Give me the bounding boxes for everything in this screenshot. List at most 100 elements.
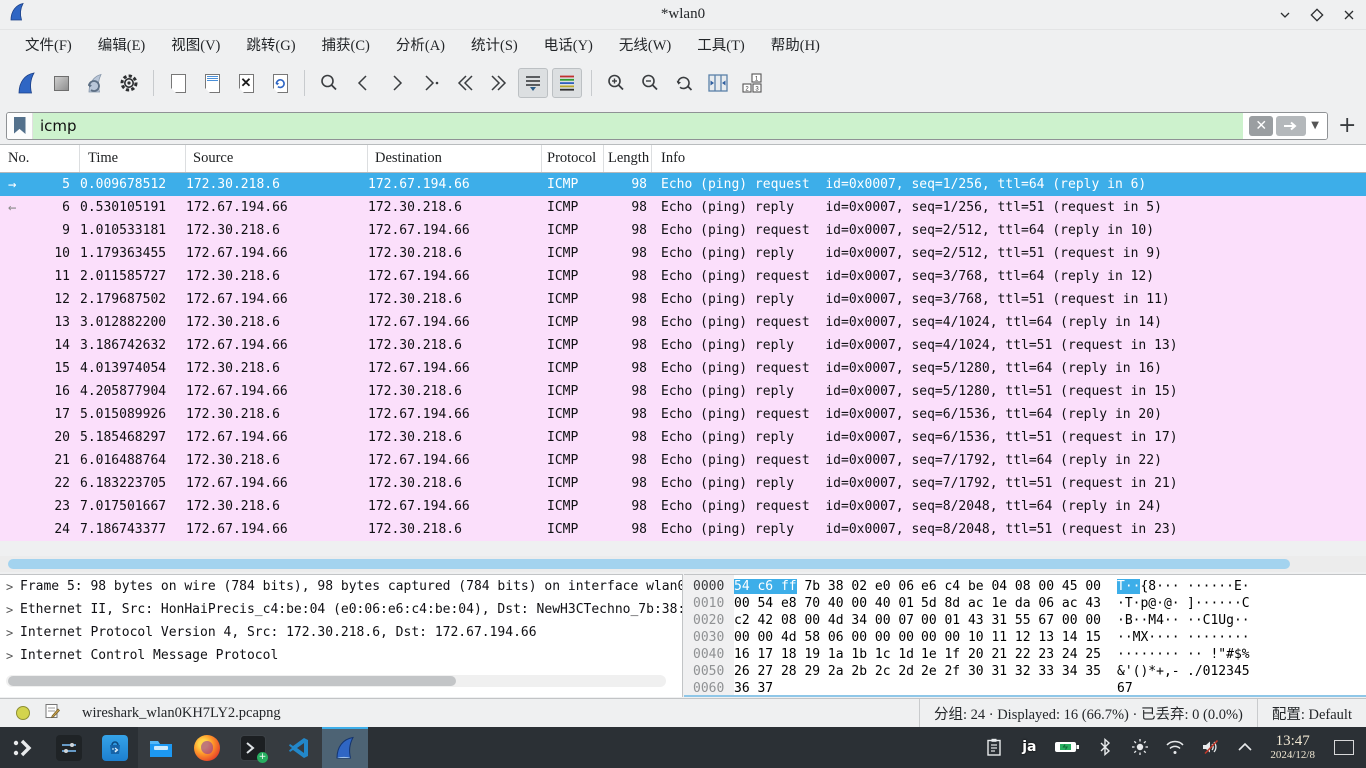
zoom-reset-button[interactable] <box>669 68 699 98</box>
packet-row[interactable]: 22 6.183223705 172.67.194.66 172.30.218.… <box>0 472 1366 495</box>
zoom-out-button[interactable] <box>635 68 665 98</box>
expand-chevron-icon[interactable]: > <box>6 626 20 640</box>
maximize-button[interactable] <box>1310 8 1324 22</box>
input-method-indicator[interactable]: ja <box>1019 737 1039 757</box>
volume-muted-icon[interactable] <box>1200 737 1220 757</box>
hex-row[interactable]: 0050 26 27 28 29 2a 2b 2c 2d 2e 2f 30 31… <box>684 663 1366 680</box>
column-no[interactable]: No. <box>0 145 80 172</box>
system-settings-button[interactable] <box>46 727 92 768</box>
hex-row[interactable]: 0030 00 00 4d 58 06 00 00 00 00 00 10 11… <box>684 629 1366 646</box>
packet-row[interactable]: 9 1.010533181 172.30.218.6 172.67.194.66… <box>0 219 1366 242</box>
menu-item[interactable]: 视图(V) <box>158 30 233 59</box>
packet-row[interactable]: 13 3.012882200 172.30.218.6 172.67.194.6… <box>0 311 1366 334</box>
tray-expand-chevron-icon[interactable] <box>1235 737 1255 757</box>
hex-row[interactable]: 0060 36 37 67 <box>684 680 1366 697</box>
capture-options-button[interactable] <box>114 68 144 98</box>
detail-hscrollbar[interactable] <box>6 675 666 687</box>
save-file-button[interactable] <box>197 68 227 98</box>
app-launcher-button[interactable] <box>0 727 46 768</box>
wireshark-task-button[interactable] <box>322 727 368 768</box>
filter-apply-button[interactable] <box>1276 116 1306 136</box>
file-manager-button[interactable] <box>138 727 184 768</box>
column-info[interactable]: Info <box>652 145 1366 172</box>
column-time[interactable]: Time <box>80 145 186 172</box>
last-packet-button[interactable] <box>484 68 514 98</box>
hex-row[interactable]: 0000 54 c6 ff 7b 38 02 e0 06 e6 c4 be 04… <box>684 578 1366 595</box>
packet-row[interactable]: 14 3.186742632 172.67.194.66 172.30.218.… <box>0 334 1366 357</box>
packet-row[interactable]: ←6 0.530105191 172.67.194.66 172.30.218.… <box>0 196 1366 219</box>
clipboard-icon[interactable] <box>984 737 1004 757</box>
detail-tree-row[interactable]: >Internet Control Message Protocol <box>0 644 682 667</box>
go-back-button[interactable] <box>348 68 378 98</box>
packet-row[interactable]: 24 7.186743377 172.67.194.66 172.30.218.… <box>0 518 1366 541</box>
wifi-icon[interactable] <box>1165 737 1185 757</box>
detail-hscrollbar-thumb[interactable] <box>8 676 456 686</box>
stop-capture-button[interactable] <box>46 68 76 98</box>
packet-row[interactable]: 17 5.015089926 172.30.218.6 172.67.194.6… <box>0 403 1366 426</box>
discover-button[interactable] <box>92 727 138 768</box>
packet-list-hscrollbar[interactable] <box>0 556 1366 572</box>
brightness-icon[interactable] <box>1130 737 1150 757</box>
capture-comment-icon[interactable] <box>44 703 60 724</box>
show-desktop-button[interactable] <box>1334 740 1354 755</box>
start-capture-button[interactable] <box>12 68 42 98</box>
battery-icon[interactable] <box>1054 737 1080 757</box>
packet-row[interactable]: →5 0.009678512 172.30.218.6 172.67.194.6… <box>0 173 1366 196</box>
column-protocol[interactable]: Protocol <box>542 145 604 172</box>
profile-selector[interactable]: 配置: Default <box>1257 699 1366 727</box>
normal-size-button[interactable]: 123 <box>737 68 767 98</box>
filter-add-button[interactable]: + <box>1338 113 1356 138</box>
expand-chevron-icon[interactable]: > <box>6 580 20 594</box>
menu-item[interactable]: 捕获(C) <box>309 30 383 59</box>
column-destination[interactable]: Destination <box>368 145 542 172</box>
hscrollbar-thumb[interactable] <box>8 559 1290 569</box>
menu-item[interactable]: 跳转(G) <box>233 30 308 59</box>
hex-row[interactable]: 0020 c2 42 08 00 4d 34 00 07 00 01 43 31… <box>684 612 1366 629</box>
menu-item[interactable]: 分析(A) <box>383 30 458 59</box>
clock[interactable]: 13:47 2024/12/8 <box>1270 734 1315 761</box>
filter-bookmark-button[interactable] <box>7 113 33 139</box>
packet-row[interactable]: 16 4.205877904 172.67.194.66 172.30.218.… <box>0 380 1366 403</box>
packet-row[interactable]: 12 2.179687502 172.67.194.66 172.30.218.… <box>0 288 1366 311</box>
colorize-button[interactable] <box>552 68 582 98</box>
detail-tree-row[interactable]: >Frame 5: 98 bytes on wire (784 bits), 9… <box>0 575 682 598</box>
packet-row[interactable]: 23 7.017501667 172.30.218.6 172.67.194.6… <box>0 495 1366 518</box>
firefox-button[interactable] <box>184 727 230 768</box>
detail-tree-row[interactable]: >Ethernet II, Src: HonHaiPrecis_c4:be:04… <box>0 598 682 621</box>
expand-chevron-icon[interactable]: > <box>6 649 20 663</box>
close-file-button[interactable]: ✕ <box>231 68 261 98</box>
restart-capture-button[interactable] <box>80 68 110 98</box>
menu-item[interactable]: 编辑(E) <box>85 30 159 59</box>
new-file-button[interactable] <box>163 68 193 98</box>
close-button[interactable] <box>1342 8 1356 22</box>
menu-item[interactable]: 无线(W) <box>606 30 684 59</box>
go-to-packet-button[interactable] <box>416 68 446 98</box>
column-length[interactable]: Length <box>604 145 652 172</box>
packet-row[interactable]: 20 5.185468297 172.67.194.66 172.30.218.… <box>0 426 1366 449</box>
first-packet-button[interactable] <box>450 68 480 98</box>
find-packet-button[interactable] <box>314 68 344 98</box>
packet-row[interactable]: 11 2.011585727 172.30.218.6 172.67.194.6… <box>0 265 1366 288</box>
menu-item[interactable]: 统计(S) <box>458 30 531 59</box>
minimize-button[interactable] <box>1278 8 1292 22</box>
packet-row[interactable]: 21 6.016488764 172.30.218.6 172.67.194.6… <box>0 449 1366 472</box>
detail-tree-row[interactable]: >Internet Protocol Version 4, Src: 172.3… <box>0 621 682 644</box>
resize-columns-button[interactable] <box>703 68 733 98</box>
filter-clear-button[interactable]: ✕ <box>1249 116 1273 136</box>
go-forward-button[interactable] <box>382 68 412 98</box>
display-filter-input[interactable]: icmp <box>33 113 1243 139</box>
menu-item[interactable]: 工具(T) <box>684 30 758 59</box>
expert-info-icon[interactable] <box>16 706 30 720</box>
vscode-button[interactable] <box>276 727 322 768</box>
column-source[interactable]: Source <box>186 145 368 172</box>
display-filter-field[interactable]: icmp ✕ ▼ <box>6 112 1328 140</box>
expand-chevron-icon[interactable]: > <box>6 603 20 617</box>
reload-file-button[interactable] <box>265 68 295 98</box>
bluetooth-icon[interactable] <box>1095 737 1115 757</box>
packet-row[interactable]: 15 4.013974054 172.30.218.6 172.67.194.6… <box>0 357 1366 380</box>
terminal-button[interactable]: + <box>230 727 276 768</box>
zoom-in-button[interactable] <box>601 68 631 98</box>
menu-item[interactable]: 帮助(H) <box>758 30 833 59</box>
menu-item[interactable]: 电话(Y) <box>531 30 606 59</box>
menu-item[interactable]: 文件(F) <box>12 30 85 59</box>
